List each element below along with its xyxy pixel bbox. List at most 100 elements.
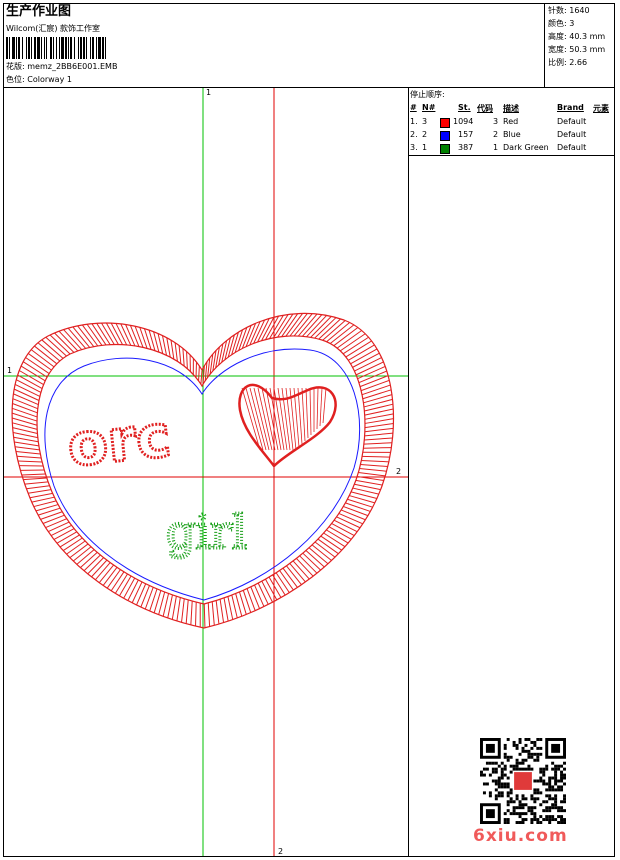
satin-stitch [12,431,38,439]
qr-module [542,773,546,777]
qr-module [521,806,525,810]
qr-module [554,767,558,771]
satin-stitch [329,324,355,344]
qr-module [548,821,552,824]
row-code: 2 [493,130,499,139]
qr-module [506,809,510,813]
qr-module [536,746,540,750]
design-file: memz_2BB6E001.EMB [27,62,118,71]
qr-module [560,770,564,774]
row-index: 2. [410,130,418,139]
qr-module [500,791,504,795]
satin-stitch [363,447,392,449]
qr-module [521,746,525,750]
satin-stitch [48,521,70,533]
axis-label-h2: 2 [396,467,402,476]
qr-module [491,767,495,771]
qr-module [539,779,543,783]
qr-module [488,794,492,798]
qr-module [560,815,564,819]
qr-module [563,767,566,771]
qr-module [515,794,519,798]
satin-stitch [17,460,43,463]
col-header-needle: N# [422,103,436,112]
qr-module [536,758,540,762]
qr-module [497,764,501,768]
satin-stitch [45,518,67,529]
qr-module [506,758,510,762]
qr-module [518,806,522,810]
qr-module [560,809,564,813]
satin-stitch [219,599,225,623]
satin-stitch [314,317,337,339]
qr-module [536,791,540,795]
qr-module [554,800,558,804]
qr-module [563,782,566,786]
row-desc: Dark Green [503,143,549,152]
stat-label: 针数: [548,6,567,15]
design-word-line1: orc [64,402,173,480]
qr-module [524,749,528,753]
stat-value: 40.3 mm [569,32,606,41]
qr-module [503,755,507,759]
qr-module [557,767,561,771]
qr-module [512,764,516,768]
qr-module [533,740,537,744]
stat-value: 3 [569,19,575,28]
row-index: 1. [410,117,418,126]
qr-module [527,752,531,756]
qr-module [548,782,552,786]
qr-module [533,758,537,762]
satin-stitch [178,345,182,364]
qr-module [548,776,552,780]
qr-module [497,776,501,780]
fill-stitch [253,387,270,451]
qr-module [530,746,534,750]
stat-value: 50.3 mm [569,45,606,54]
satin-stitch [326,322,350,343]
qr-module [482,791,486,795]
qr-module [557,788,561,792]
qr-module [488,791,492,795]
qr-module [560,818,564,822]
stat-value: 2.66 [569,58,588,67]
fill-stitch [241,387,261,451]
qr-module [503,782,507,786]
embroidery-preview: orc girl [4,88,408,856]
satin-stitch [170,340,175,360]
qr-module [563,776,566,780]
qr-module [491,779,495,783]
stop-sequence-title: 停止顺序: [410,90,445,99]
qr-module [515,812,519,816]
satin-stitch [358,472,386,477]
qr-module [494,779,498,783]
row-needle: 3 [422,117,428,126]
qr-module [548,818,552,822]
col-header-stitches: St. [458,103,471,112]
company-name: Wilcom(汇宸) 款饰工作室 [6,24,101,33]
qr-module [548,806,552,810]
row-brand: Default [557,130,587,139]
row-brand: Default [557,117,587,126]
qr-module [524,803,528,807]
satin-stitch [12,407,38,418]
satin-stitch [11,412,38,422]
satin-stitch [269,314,284,339]
qr-module [539,767,543,771]
col-header-element: 元素 [593,104,609,113]
panel-divider [408,87,409,857]
qr-module [557,809,561,813]
qr-module [494,782,498,786]
qr-module [482,773,486,777]
design-label: 花版: [6,62,25,71]
satin-stitch [363,442,393,445]
qr-module [497,785,501,789]
satin-stitch [50,524,72,536]
satin-stitch [110,571,125,592]
qr-module [533,797,537,801]
satin-stitch [364,437,393,441]
fill-stitch [301,387,306,442]
satin-stitch [12,398,38,410]
table-row: 1. 3 1094 3 Red Default [410,116,610,129]
stat-label: 比例: [548,58,567,67]
